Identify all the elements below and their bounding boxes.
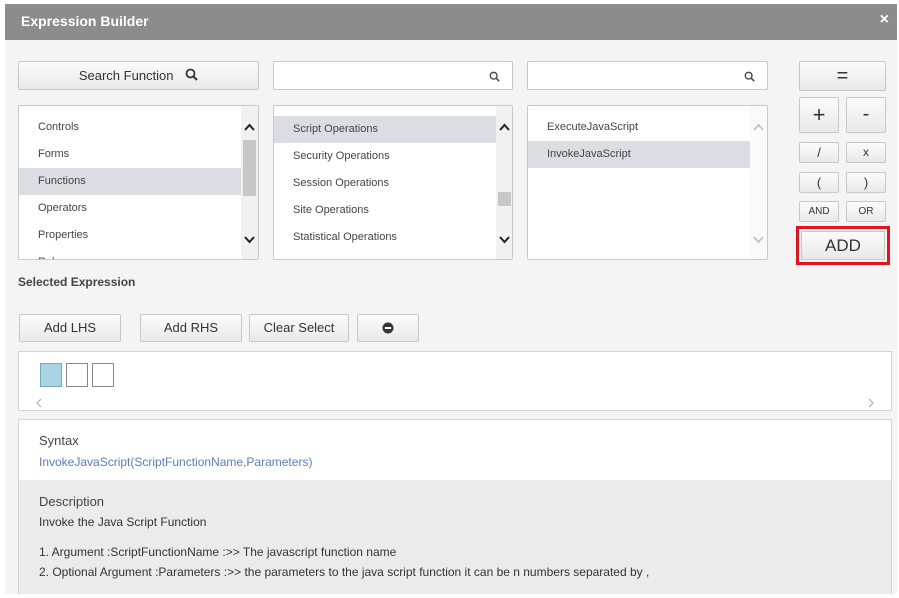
expression-slot[interactable] xyxy=(40,363,62,387)
syntax-value: InvokeJavaScript(ScriptFunctionName,Para… xyxy=(39,455,313,469)
syntax-panel: Syntax InvokeJavaScript(ScriptFunctionNa… xyxy=(18,419,892,481)
category-scrollbar[interactable] xyxy=(241,106,258,259)
chevron-right-icon[interactable] xyxy=(867,398,875,408)
list-item[interactable]: ExecuteJavaScript xyxy=(528,114,750,141)
remove-button[interactable] xyxy=(357,314,419,342)
selected-expression-label: Selected Expression xyxy=(18,275,136,289)
chevron-up-icon[interactable] xyxy=(498,121,511,133)
chevron-down-icon[interactable] xyxy=(752,234,765,246)
list-item[interactable]: Session Operations xyxy=(274,170,496,197)
title-bar: Expression Builder × xyxy=(5,4,897,40)
description-argument-2: 2. Optional Argument :Parameters :>> the… xyxy=(39,565,650,579)
list-item[interactable]: Operators xyxy=(19,195,241,222)
plus-button[interactable]: + xyxy=(799,97,839,133)
function-search-input[interactable] xyxy=(527,61,768,90)
syntax-heading: Syntax xyxy=(39,433,79,448)
add-button-highlight: ADD xyxy=(796,226,890,265)
function-scrollbar[interactable] xyxy=(750,106,767,259)
chevron-left-icon[interactable] xyxy=(35,398,43,408)
close-icon[interactable]: × xyxy=(880,11,889,29)
expression-builder-dialog: Expression Builder × Search Function = C… xyxy=(5,4,897,594)
scrollbar-thumb[interactable] xyxy=(243,140,256,196)
dialog-title: Expression Builder xyxy=(21,13,149,29)
list-item[interactable]: Security Operations xyxy=(274,143,496,170)
clear-select-button[interactable]: Clear Select xyxy=(249,314,349,342)
expression-slot[interactable] xyxy=(66,363,88,387)
search-icon[interactable] xyxy=(744,69,755,87)
list-item-selected[interactable]: InvokeJavaScript xyxy=(528,141,750,168)
expression-horizontal-scrollbar[interactable] xyxy=(19,396,891,410)
list-item-selected[interactable]: Functions xyxy=(19,168,241,195)
description-argument-1: 1. Argument :ScriptFunctionName :>> The … xyxy=(39,545,397,559)
description-panel: Description Invoke the Java Script Funct… xyxy=(18,480,892,594)
list-item[interactable]: Controls xyxy=(19,114,241,141)
search-icon xyxy=(185,63,198,90)
search-function-button[interactable]: Search Function xyxy=(18,61,259,90)
open-paren-button[interactable]: ( xyxy=(799,172,839,193)
chevron-up-icon[interactable] xyxy=(243,121,256,133)
function-group-list[interactable]: Script Operations Security Operations Se… xyxy=(273,105,513,260)
add-button[interactable]: ADD xyxy=(801,231,885,260)
and-button[interactable]: AND xyxy=(799,201,839,222)
search-icon[interactable] xyxy=(489,69,500,87)
function-list[interactable]: ExecuteJavaScript InvokeJavaScript xyxy=(527,105,768,260)
close-paren-button[interactable]: ) xyxy=(846,172,886,193)
chevron-down-icon[interactable] xyxy=(498,234,511,246)
list-item[interactable]: Statistical Operations xyxy=(274,224,496,251)
chevron-up-icon[interactable] xyxy=(752,121,765,133)
list-item[interactable]: Properties xyxy=(19,222,241,249)
expression-slot[interactable] xyxy=(92,363,114,387)
list-item[interactable]: Site Operations xyxy=(274,197,496,224)
function-group-scrollbar[interactable] xyxy=(496,106,512,259)
list-item[interactable]: Forms xyxy=(19,141,241,168)
description-heading: Description xyxy=(39,494,105,509)
equals-button[interactable]: = xyxy=(799,61,886,91)
multiply-button[interactable]: x xyxy=(846,142,886,163)
function-group-search-input[interactable] xyxy=(273,61,513,90)
add-rhs-button[interactable]: Add RHS xyxy=(140,314,242,342)
list-item-selected[interactable]: Script Operations xyxy=(274,116,496,143)
description-summary: Invoke the Java Script Function xyxy=(39,515,207,529)
list-item[interactable]: Rules xyxy=(19,249,241,259)
or-button[interactable]: OR xyxy=(846,201,886,222)
scrollbar-thumb[interactable] xyxy=(498,192,511,206)
category-list[interactable]: Controls Forms Functions Operators Prope… xyxy=(18,105,259,260)
minus-circle-icon xyxy=(382,322,394,334)
add-lhs-button[interactable]: Add LHS xyxy=(19,314,121,342)
search-function-label: Search Function xyxy=(78,68,174,83)
chevron-down-icon[interactable] xyxy=(243,234,256,246)
divide-button[interactable]: / xyxy=(799,142,839,163)
minus-button[interactable]: - xyxy=(846,97,886,133)
expression-canvas[interactable] xyxy=(18,351,892,411)
